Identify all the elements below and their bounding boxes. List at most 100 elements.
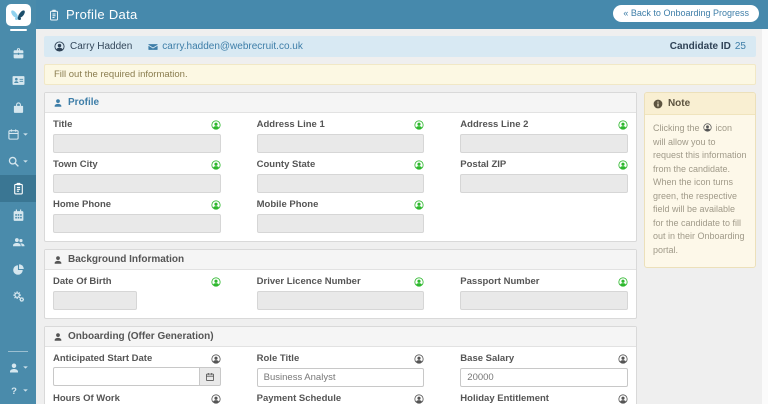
section-title: Profile [68, 97, 100, 108]
candidate-id-label: Candidate ID [669, 41, 731, 52]
sidebar-item-settings[interactable] [0, 283, 36, 310]
request-user-circle-icon[interactable] [618, 159, 628, 170]
field-label: Town City [53, 159, 98, 170]
mobile-phone-input[interactable] [256, 214, 425, 233]
back-to-onboarding-button[interactable]: « Back to Onboarding Progress [613, 5, 759, 22]
calendar-icon [7, 128, 20, 141]
user-icon [53, 332, 63, 342]
briefcase-icon [12, 47, 25, 60]
sidebar-item-calendar-menu[interactable] [0, 121, 36, 148]
field-address-line-2: Address Line 2 [460, 119, 628, 153]
field-holiday-entitlement: Holiday Entitlement [460, 393, 628, 404]
town-city-input[interactable] [53, 174, 221, 193]
request-user-circle-icon[interactable] [414, 199, 424, 210]
field-label: Driver Licence Number [256, 276, 361, 287]
sidebar-item-address-card[interactable] [0, 67, 36, 94]
user-circle-icon [54, 41, 65, 52]
sidebar-divider [8, 351, 28, 352]
note-body: Clicking the icon will allow you to requ… [645, 115, 755, 267]
page-scrollbar[interactable] [762, 29, 768, 404]
request-user-circle-icon[interactable] [618, 393, 628, 404]
field-label: Role Title [256, 353, 300, 364]
sidebar-item-users[interactable] [0, 229, 36, 256]
question-icon: ? [8, 385, 20, 397]
page-title: Profile Data [48, 7, 138, 22]
required-info-alert: Fill out the required information. [44, 64, 756, 85]
sidebar-item-search-menu[interactable] [0, 148, 36, 175]
logo-underline [9, 29, 27, 31]
field-county-state: County State [256, 159, 425, 193]
county-state-input[interactable] [256, 174, 425, 193]
request-user-circle-icon[interactable] [211, 159, 221, 170]
user-icon [53, 255, 63, 265]
sidebar-item-bag[interactable] [0, 94, 36, 121]
page-title-text: Profile Data [66, 7, 138, 22]
sidebar-item-pie-chart[interactable] [0, 256, 36, 283]
cogs-icon [12, 290, 25, 303]
sidebar-item-profile-data[interactable] [0, 175, 36, 202]
field-title: Title [53, 119, 221, 153]
main-content: Carry Hadden carry.hadden@webrecruit.co.… [36, 29, 762, 404]
calendar-icon [205, 372, 215, 382]
postal-zip-input[interactable] [460, 174, 628, 193]
clipboard-icon [12, 182, 25, 195]
field-label: County State [256, 159, 316, 170]
request-user-circle-icon[interactable] [211, 393, 221, 404]
request-user-circle-icon[interactable] [618, 353, 628, 364]
form-sections-column: Profile Title Address Line 1 Address Line 2… [44, 92, 637, 404]
field-label: Holiday Entitlement [460, 393, 549, 404]
calendar-grid-icon [12, 209, 25, 222]
field-anticipated-start-date: Anticipated Start Date [53, 353, 221, 387]
section-header-onboarding-offer-generation: Onboarding (Offer Generation) [45, 327, 636, 347]
passport-number-input[interactable] [460, 291, 628, 310]
sidebar-item-account[interactable] [0, 356, 36, 379]
request-user-circle-icon[interactable] [414, 353, 424, 364]
field-base-salary: Base Salary [460, 353, 628, 387]
app-window: ? Profile Data « Back to Onboarding Prog… [0, 0, 768, 404]
search-icon [7, 155, 20, 168]
request-user-circle-icon[interactable] [211, 119, 221, 130]
calendar-addon-button[interactable] [199, 367, 221, 386]
field-label: Anticipated Start Date [53, 353, 153, 364]
title-input[interactable] [53, 134, 221, 153]
request-user-circle-icon[interactable] [211, 276, 221, 287]
users-icon [12, 236, 25, 249]
note-panel-header: Note [644, 93, 755, 115]
field-home-phone: Home Phone [53, 199, 221, 233]
address-line-1-input[interactable] [256, 134, 425, 153]
note-column: Note Clicking the icon will allow you to… [643, 92, 756, 268]
request-user-circle-icon[interactable] [618, 119, 628, 130]
home-phone-input[interactable] [53, 214, 221, 233]
sidebar-item-calendar-grid[interactable] [0, 202, 36, 229]
request-user-circle-icon[interactable] [211, 199, 221, 210]
request-user-circle-icon[interactable] [414, 119, 424, 130]
base-salary-input[interactable] [460, 368, 628, 387]
field-label: Address Line 1 [256, 119, 325, 130]
request-user-circle-icon[interactable] [211, 353, 221, 364]
section-title: Onboarding (Offer Generation) [68, 331, 214, 342]
field-town-city: Town City [53, 159, 221, 193]
request-user-circle-icon[interactable] [414, 159, 424, 170]
candidate-email-link[interactable]: carry.hadden@webrecruit.co.uk [148, 41, 303, 52]
sidebar-item-help[interactable]: ? [0, 379, 36, 402]
field-mobile-phone: Mobile Phone [256, 199, 425, 233]
request-user-circle-icon[interactable] [618, 276, 628, 287]
app-logo[interactable] [0, 0, 36, 38]
address-line-2-input[interactable] [460, 134, 628, 153]
role-title-input[interactable] [256, 368, 425, 387]
anticipated-start-date-input[interactable] [53, 367, 200, 386]
caret-down-icon [22, 158, 29, 165]
sidebar-bottom: ? [0, 351, 36, 402]
sidebar-item-briefcase[interactable] [0, 40, 36, 67]
section-header-background-information: Background Information [45, 250, 636, 270]
request-user-circle-icon[interactable] [414, 276, 424, 287]
bag-icon [12, 101, 25, 114]
section-onboarding-offer-generation: Onboarding (Offer Generation) Anticipated… [44, 326, 637, 404]
date-of-birth-input[interactable] [53, 291, 137, 310]
field-label: Postal ZIP [460, 159, 507, 170]
field-postal-zip: Postal ZIP [460, 159, 628, 193]
request-user-circle-icon[interactable] [414, 393, 424, 404]
driver-licence-number-input[interactable] [256, 291, 425, 310]
info-circle-icon [653, 99, 663, 109]
field-label: Payment Schedule [256, 393, 342, 404]
